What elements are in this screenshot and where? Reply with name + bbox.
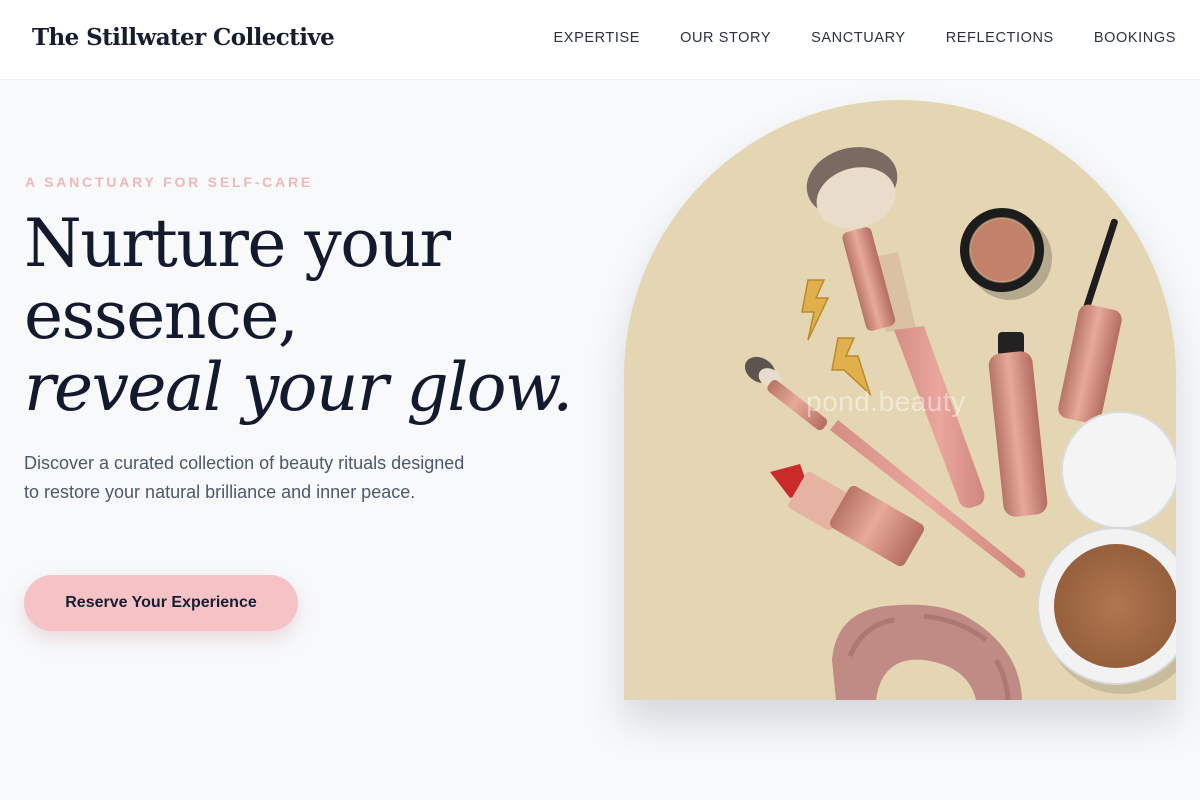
large-powder-brush: [806, 147, 985, 508]
headline-line-3-italic: reveal your glow.: [24, 349, 573, 426]
brand-logo[interactable]: The Stillwater Collective: [32, 24, 335, 51]
main-nav: EXPERTISE OUR STORY SANCTUARY REFLECTION…: [554, 30, 1176, 46]
headline-line-2: essence,: [24, 277, 299, 354]
image-watermark: pond.beauty: [806, 386, 966, 417]
powder-compact: [1037, 411, 1176, 694]
nav-link-sanctuary[interactable]: SANCTUARY: [811, 30, 906, 46]
cream-compact: [960, 208, 1052, 300]
reserve-experience-button[interactable]: Reserve Your Experience: [24, 575, 298, 631]
nav-link-bookings[interactable]: BOOKINGS: [1094, 30, 1176, 46]
mascara-wand: [1058, 218, 1122, 424]
nav-link-reflections[interactable]: REFLECTIONS: [946, 30, 1054, 46]
velvet-scrunchie: [832, 604, 1022, 700]
headline-line-1: Nurture your: [24, 205, 451, 282]
hero-description: Discover a curated collection of beauty …: [24, 453, 465, 502]
site-header: The Stillwater Collective EXPERTISE OUR …: [0, 0, 1200, 80]
nav-link-our-story[interactable]: OUR STORY: [680, 30, 771, 46]
hero-headline: Nurture your essence, reveal your glow.: [24, 208, 604, 424]
hero-product-image: pond.beauty: [624, 100, 1176, 700]
hero-eyebrow: A SANCTUARY FOR SELF-CARE: [25, 174, 314, 190]
mascara-tube: [988, 332, 1048, 517]
nav-link-expertise[interactable]: EXPERTISE: [554, 30, 641, 46]
